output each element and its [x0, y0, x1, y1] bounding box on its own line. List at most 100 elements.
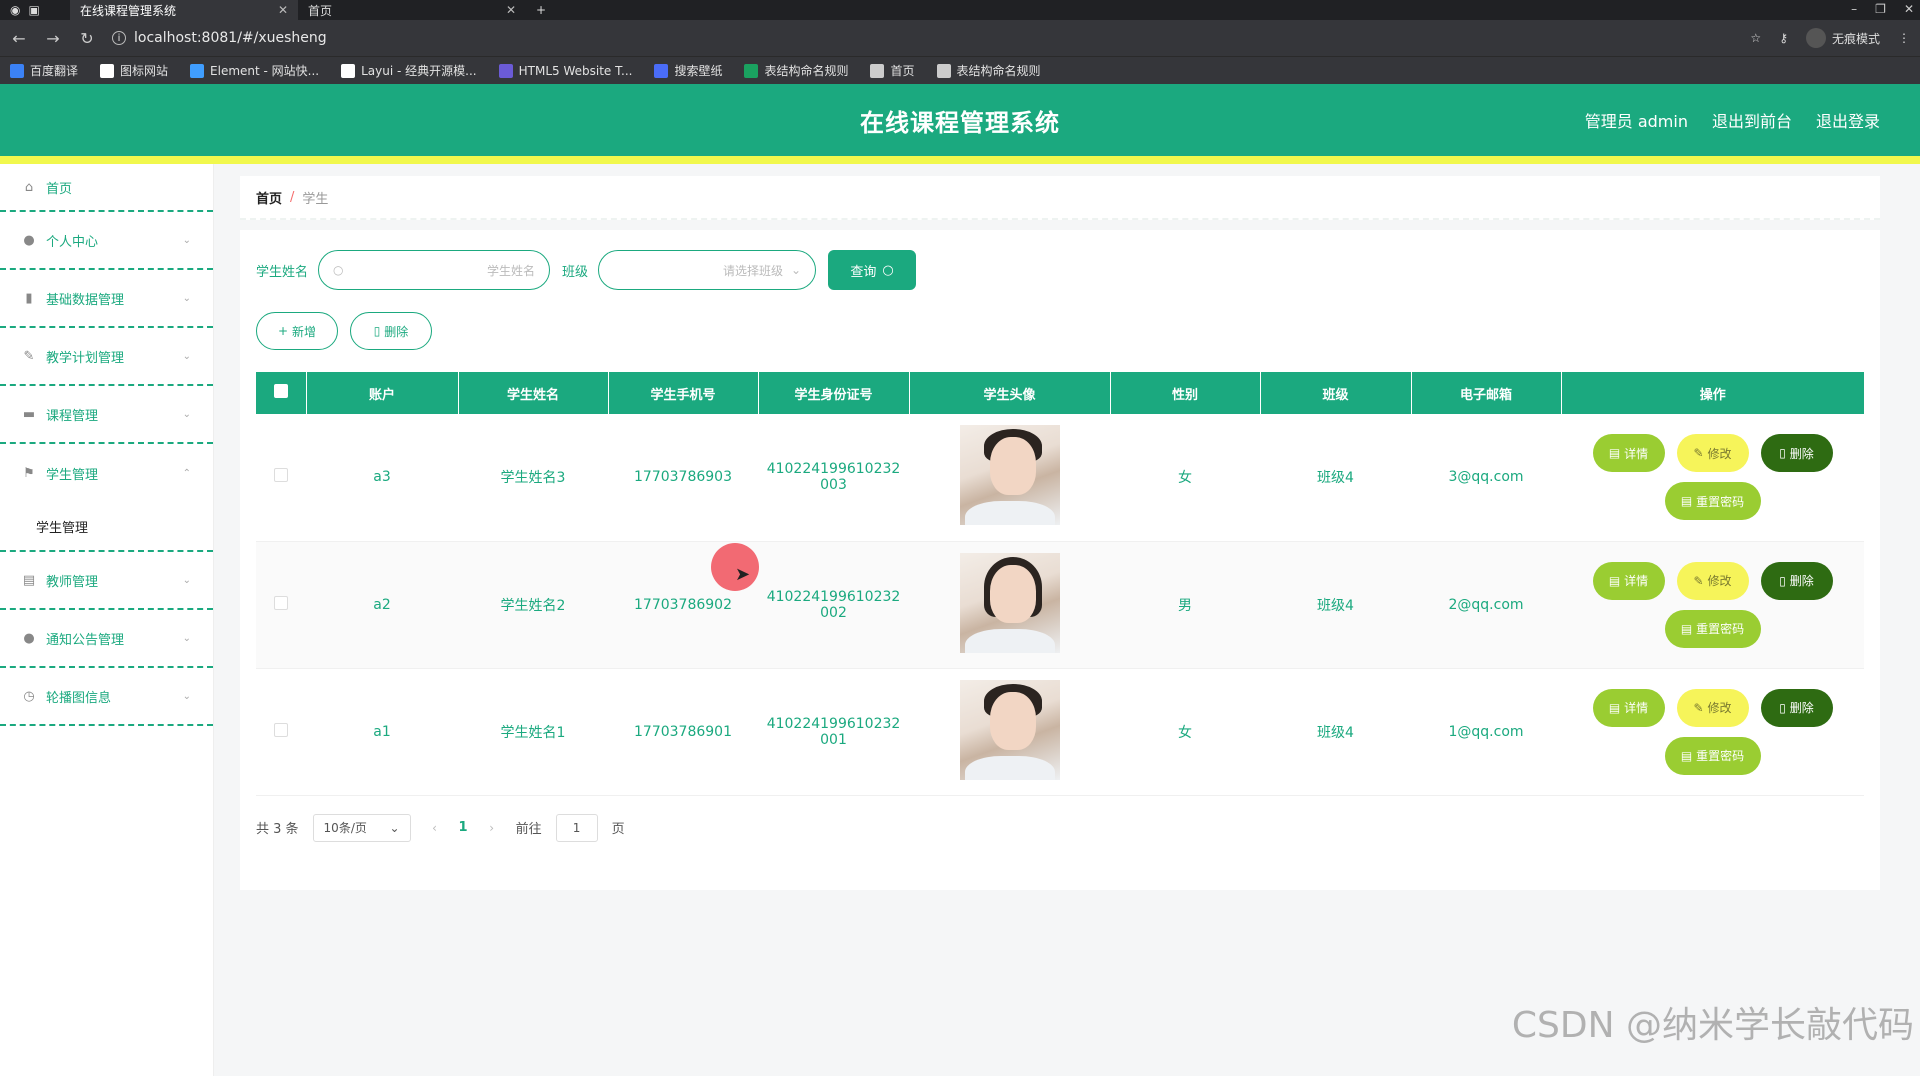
bookmark-item[interactable]: 图标网站 [100, 62, 168, 79]
delete-button[interactable]: ▯删除 [1761, 689, 1833, 727]
cell-id: 410224199610232001 [758, 668, 909, 795]
sidebar-subitem-student[interactable]: 学生管理 [0, 502, 213, 552]
url-field[interactable]: i localhost:8081/#/xuesheng [112, 30, 1734, 46]
edit-label: 修改 [1708, 445, 1732, 462]
search-row: 学生姓名 ○ 学生姓名 班级 请选择班级 ⌄ 查询 ○ [256, 250, 1864, 290]
sidebar-item-teacher[interactable]: ▤ 教师管理 ⌄ [0, 552, 213, 610]
column-header: 学生身份证号 [758, 372, 909, 414]
add-button[interactable]: + 新增 [256, 312, 338, 350]
app-title: 在线课程管理系统 [860, 103, 1060, 138]
briefcase-icon: ▬ [22, 407, 36, 421]
chrome-icon: ◉ [10, 3, 20, 17]
detail-button[interactable]: ▤详情 [1593, 434, 1665, 472]
bookmark-item[interactable]: 表结构命名规则 [744, 62, 848, 79]
breadcrumb-current: 学生 [302, 188, 328, 207]
plan-icon: ✎ [22, 349, 36, 363]
select-all-checkbox[interactable] [274, 384, 288, 398]
detail-button[interactable]: ▤详情 [1593, 562, 1665, 600]
bookmark-item[interactable]: 百度翻译 [10, 62, 78, 79]
bookmark-item[interactable]: 搜索壁纸 [654, 62, 722, 79]
sidebar-item-notice[interactable]: ● 通知公告管理 ⌄ [0, 610, 213, 668]
pagination: 共 3 条 10条/页 ⌄ ‹ 1 › 前往 1 页 [256, 814, 1864, 842]
edit-label: 修改 [1708, 699, 1732, 716]
sidebar-item-student[interactable]: ⚑ 学生管理 ⌃ [0, 444, 213, 502]
logout-link[interactable]: 退出登录 [1816, 108, 1880, 132]
id-line2: 003 [820, 477, 847, 493]
goto-page-value: 1 [573, 821, 581, 835]
edit-button[interactable]: ✎修改 [1677, 689, 1749, 727]
reset-password-button[interactable]: ▤重置密码 [1665, 737, 1761, 775]
next-page-icon[interactable]: › [482, 821, 502, 835]
sidebar: ⌂ 首页 ● 个人中心 ⌄ ▮ 基础数据管理 ⌄ ✎ 教学计划管理 ⌄ ▬ 课程… [0, 164, 214, 1076]
bookmark-label: Element - 网站快... [210, 62, 319, 79]
chevron-down-icon: ⌄ [183, 351, 191, 362]
cell-phone: 17703786903 [608, 414, 758, 541]
document-icon: ▤ [1681, 494, 1692, 508]
star-icon[interactable]: ☆ [1750, 31, 1761, 45]
row-checkbox[interactable] [274, 596, 288, 610]
prev-page-icon[interactable]: ‹ [425, 821, 445, 835]
column-header: 账户 [306, 372, 458, 414]
column-header: 性别 [1110, 372, 1260, 414]
row-checkbox[interactable] [274, 468, 288, 482]
flag-icon [100, 64, 114, 78]
delete-button[interactable]: ▯删除 [1761, 434, 1833, 472]
sidebar-item-course[interactable]: ▬ 课程管理 ⌄ [0, 386, 213, 444]
name-search-input[interactable]: ○ 学生姓名 [318, 250, 550, 290]
batch-delete-button[interactable]: ▯ 删除 [350, 312, 432, 350]
cell-class: 班级4 [1260, 541, 1411, 668]
edit-button[interactable]: ✎修改 [1677, 562, 1749, 600]
incognito-indicator[interactable]: 无痕模式 [1806, 28, 1880, 48]
page-size-select[interactable]: 10条/页 ⌄ [313, 814, 411, 842]
info-icon[interactable]: i [112, 31, 126, 45]
batch-delete-label: 删除 [384, 323, 408, 340]
back-icon[interactable]: ← [10, 29, 28, 48]
breadcrumb-home[interactable]: 首页 [256, 188, 282, 207]
tab-inactive[interactable]: 首页 ✕ [298, 0, 526, 20]
delete-button[interactable]: ▯删除 [1761, 562, 1833, 600]
sidebar-item-profile[interactable]: ● 个人中心 ⌄ [0, 212, 213, 270]
trash-icon: ▯ [1779, 701, 1786, 715]
more-icon[interactable]: ⋮ [1898, 31, 1910, 45]
bookmark-item[interactable]: Layui - 经典开源模... [341, 62, 476, 79]
query-button[interactable]: 查询 ○ [828, 250, 916, 290]
forward-icon[interactable]: → [44, 29, 62, 48]
bookmark-item[interactable]: 首页 [870, 62, 914, 79]
row-checkbox[interactable] [274, 723, 288, 737]
chevron-down-icon: ⌄ [183, 235, 191, 246]
close-icon[interactable]: ✕ [278, 3, 288, 17]
plus-icon: + [278, 324, 288, 338]
sidebar-item-basic-data[interactable]: ▮ 基础数据管理 ⌄ [0, 270, 213, 328]
class-select[interactable]: 请选择班级 ⌄ [598, 250, 816, 290]
sidebar-item-carousel[interactable]: ◷ 轮播图信息 ⌄ [0, 668, 213, 726]
bookmark-item[interactable]: Element - 网站快... [190, 62, 319, 79]
chevron-down-icon: ⌄ [183, 691, 191, 702]
page-number[interactable]: 1 [459, 820, 468, 835]
document-icon: ▤ [1681, 749, 1692, 763]
sidebar-item-home[interactable]: ⌂ 首页 [0, 164, 213, 212]
sidebar-item-teaching-plan[interactable]: ✎ 教学计划管理 ⌄ [0, 328, 213, 386]
key-icon[interactable]: ⚷ [1779, 31, 1788, 45]
chevron-down-icon: ⌄ [183, 575, 191, 586]
globe-icon [937, 64, 951, 78]
column-header: 班级 [1260, 372, 1411, 414]
action-row: + 新增 ▯ 删除 [256, 312, 1864, 350]
close-icon[interactable]: ✕ [506, 3, 516, 17]
reset-password-button[interactable]: ▤重置密码 [1665, 610, 1761, 648]
reload-icon[interactable]: ↻ [78, 29, 96, 48]
frontend-link[interactable]: 退出到前台 [1712, 108, 1792, 132]
bookmark-item[interactable]: HTML5 Website T... [499, 64, 633, 78]
restore-icon[interactable]: ❐ [1875, 2, 1886, 16]
detail-button[interactable]: ▤详情 [1593, 689, 1665, 727]
cell-gender: 女 [1110, 668, 1260, 795]
reset-password-button[interactable]: ▤重置密码 [1665, 482, 1761, 520]
table-row: a1 学生姓名1 17703786901 410224199610232001 … [256, 668, 1864, 795]
goto-page-input[interactable]: 1 [556, 814, 598, 842]
edit-button[interactable]: ✎修改 [1677, 434, 1749, 472]
tab-active[interactable]: 在线课程管理系统 ✕ [70, 0, 298, 20]
minimize-icon[interactable]: – [1851, 2, 1857, 16]
bookmark-item[interactable]: 表结构命名规则 [937, 62, 1041, 79]
window-close-icon[interactable]: ✕ [1904, 2, 1914, 16]
main-content: 首页 / 学生 学生姓名 ○ 学生姓名 班级 请选择班级 ⌄ 查询 ○ [214, 164, 1920, 1076]
new-tab-button[interactable]: + [526, 0, 556, 20]
